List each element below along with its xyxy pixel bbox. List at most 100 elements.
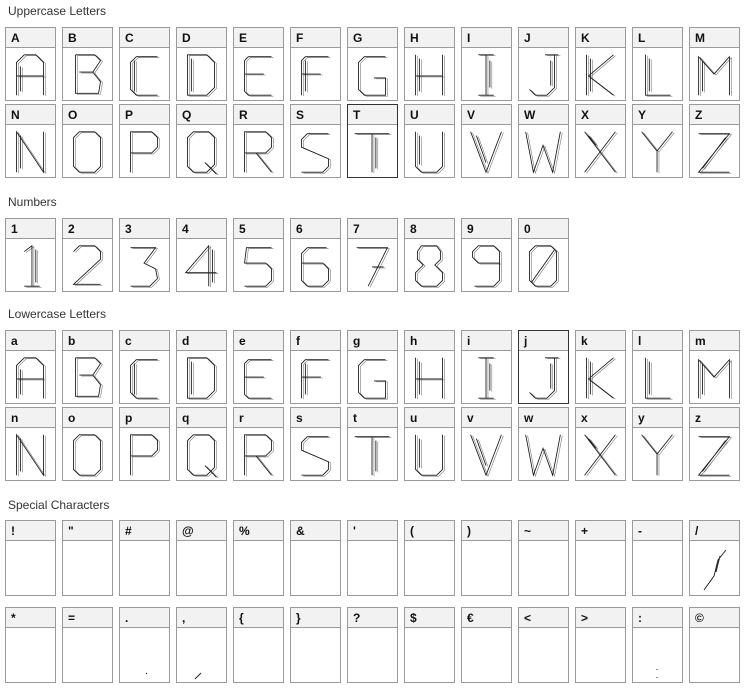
glyph-cell-lowercase: y — [632, 407, 683, 481]
glyph-stroke-shadow — [246, 57, 274, 97]
glyph-label: t — [348, 408, 397, 428]
glyph-cell-special: @ — [176, 520, 227, 596]
glyph-stroke-shadow — [303, 360, 331, 400]
glyph-label: 4 — [177, 219, 226, 239]
glyph-stroke — [584, 131, 616, 173]
glyph-preview — [130, 359, 160, 400]
glyph-stroke — [130, 359, 158, 399]
glyph-stroke-shadow — [189, 435, 219, 479]
glyph-preview — [690, 629, 739, 683]
glyph-preview — [244, 131, 274, 174]
glyph-stroke — [415, 357, 443, 399]
glyph-preview — [291, 542, 340, 596]
glyph-cell-numbers: 2 — [62, 218, 113, 292]
glyph-stroke-shadow — [18, 131, 46, 175]
glyph-stroke-shadow — [474, 246, 502, 288]
glyph-cell-special: > — [575, 607, 626, 683]
glyph-cell-uppercase: W — [518, 104, 569, 178]
glyph-preview — [291, 629, 340, 683]
glyph-label: g — [348, 331, 397, 351]
glyph-label: r — [234, 408, 283, 428]
glyph-cell-special: ? — [347, 607, 398, 683]
glyph-cell-uppercase: G — [347, 27, 398, 101]
glyph-preview — [656, 669, 658, 678]
glyph-stroke — [356, 247, 389, 287]
glyph-cell-special: ' — [347, 520, 398, 596]
glyph-cell-special: ! — [5, 520, 56, 596]
glyph-preview — [356, 247, 390, 288]
glyph-preview — [130, 247, 160, 288]
glyph-cell-lowercase: p — [119, 407, 170, 481]
glyph-label: * — [6, 608, 55, 628]
glyph-label: . — [120, 608, 169, 628]
glyph-preview — [234, 542, 283, 596]
glyph-preview — [301, 133, 331, 174]
glyph-preview — [16, 433, 46, 478]
glyph-stroke — [470, 434, 502, 477]
glyph-cell-lowercase: t — [347, 407, 398, 481]
glyph-stroke-shadow — [18, 434, 46, 478]
glyph-stroke — [187, 131, 217, 175]
glyph-preview — [645, 357, 673, 400]
glyph-stroke — [73, 434, 101, 476]
glyph-cell-lowercase: n — [5, 407, 56, 481]
glyph-cell-numbers: 3 — [119, 218, 170, 292]
glyph-preview — [234, 629, 283, 683]
glyph-cell-special: < — [518, 607, 569, 683]
glyph-label: T — [348, 105, 397, 125]
glyph-preview — [130, 434, 160, 477]
glyph-cell-numbers: 1 — [5, 218, 56, 292]
glyph-stroke — [130, 56, 158, 96]
glyph-label: E — [234, 28, 283, 48]
glyph-preview — [415, 245, 445, 288]
glyph-label: C — [120, 28, 169, 48]
glyph-stroke — [130, 247, 158, 287]
glyph-stroke-shadow — [417, 132, 445, 174]
glyph-cell-special: % — [233, 520, 284, 596]
glyph-cell-lowercase: o — [62, 407, 113, 481]
glyph-cell-special: ) — [461, 520, 512, 596]
glyph-cell-lowercase: v — [461, 407, 512, 481]
glyph-cell-numbers: 0 — [518, 218, 569, 292]
glyph-label: # — [120, 521, 169, 541]
glyph-preview — [358, 359, 388, 400]
glyph-stroke-shadow — [303, 134, 331, 174]
glyph-label: U — [405, 105, 454, 125]
glyph-cell-lowercase: c — [119, 330, 170, 404]
glyph-preview — [301, 359, 331, 400]
glyph-cell-uppercase: C — [119, 27, 170, 101]
glyph-cell-special: : — [632, 607, 683, 683]
glyph-preview — [698, 358, 732, 400]
glyph-preview — [645, 54, 673, 97]
glyph-cell-special: * — [5, 607, 56, 683]
glyph-cell-lowercase: r — [233, 407, 284, 481]
glyph-stroke — [529, 245, 557, 287]
glyph-label: P — [120, 105, 169, 125]
glyph-preview — [415, 131, 445, 174]
glyph-preview — [73, 434, 103, 477]
glyph-stroke — [16, 433, 44, 477]
glyph-stroke-shadow — [647, 55, 673, 97]
glyph-label: € — [462, 608, 511, 628]
glyph-label: V — [462, 105, 511, 125]
glyph-preview — [584, 131, 618, 174]
glyph-stroke-shadow — [588, 358, 616, 400]
glyph-preview — [187, 131, 219, 176]
glyph-cell-lowercase: x — [575, 407, 626, 481]
glyph-stroke-shadow — [699, 437, 732, 477]
glyph-preview — [23, 244, 42, 288]
glyph-stroke-shadow — [586, 435, 618, 477]
section-title-uppercase: Uppercase Letters — [8, 4, 107, 18]
glyph-stroke — [130, 131, 158, 173]
glyph-stroke — [145, 672, 148, 675]
glyph-label: D — [177, 28, 226, 48]
glyph-preview — [145, 672, 148, 675]
glyph-preview — [641, 131, 675, 174]
glyph-label: k — [576, 331, 625, 351]
glyph-preview — [576, 542, 625, 596]
glyph-preview — [354, 436, 392, 477]
glyph-cell-numbers: 5 — [233, 218, 284, 292]
glyph-preview — [633, 542, 682, 596]
glyph-cell-uppercase: Q — [176, 104, 227, 178]
glyph-stroke — [187, 54, 215, 96]
